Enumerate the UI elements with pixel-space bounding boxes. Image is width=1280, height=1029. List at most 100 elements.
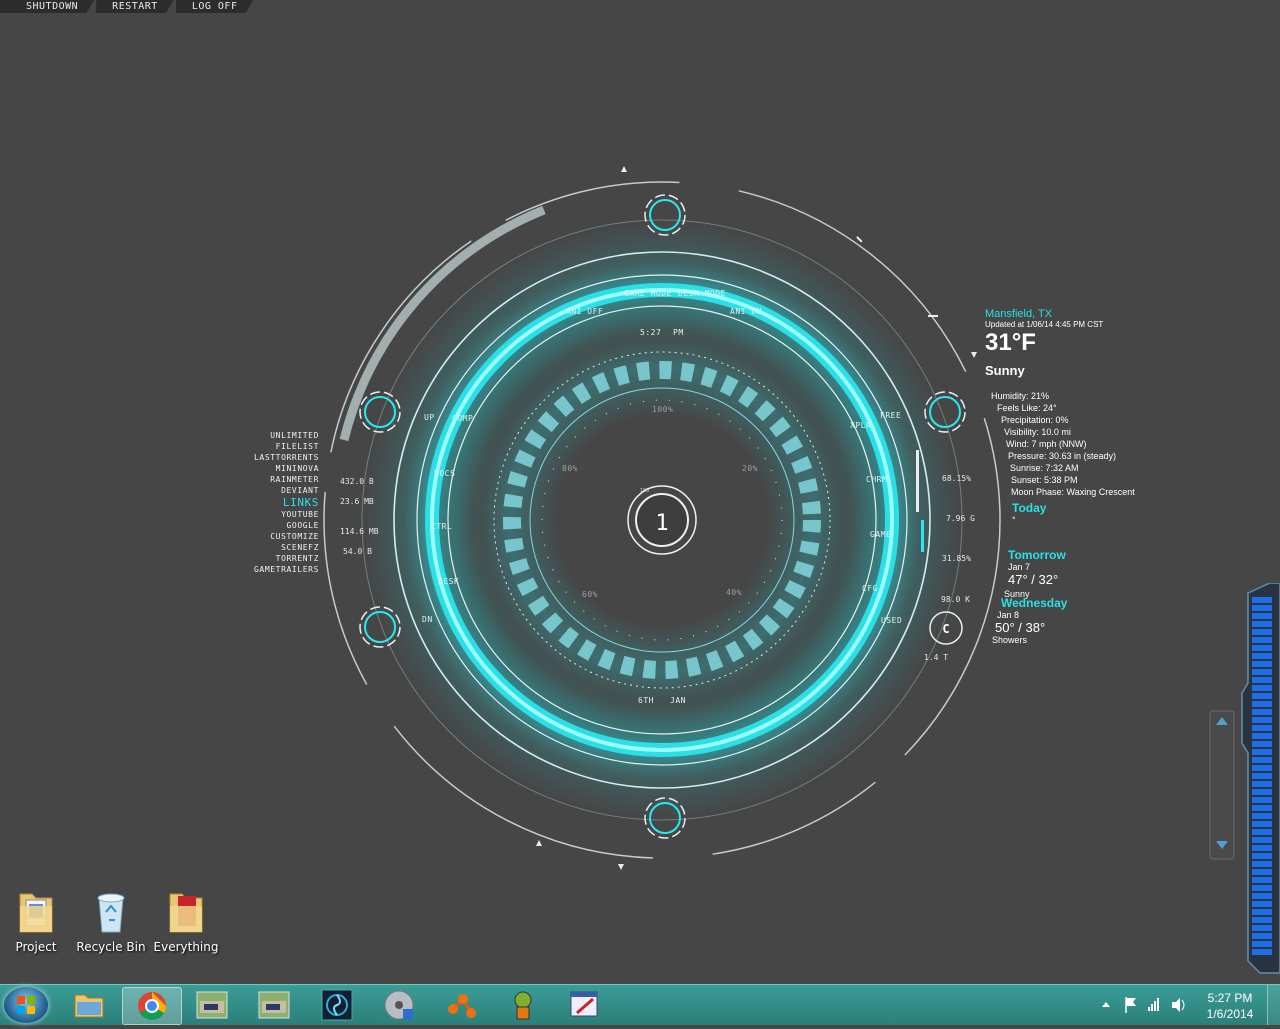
volume-icon[interactable] <box>1172 998 1185 1012</box>
link-google[interactable]: GOOGLE <box>230 520 319 531</box>
ring-item-xplr[interactable]: XPLR <box>850 421 871 430</box>
weather-details: Humidity: 21% Feels Like: 24° Precipitat… <box>991 390 1135 498</box>
links-panel: UNLIMITED FILELIST LASTTORRENTS MININOVA… <box>230 430 319 575</box>
disk-icon <box>384 990 414 1020</box>
percent-top: 100% <box>652 405 673 414</box>
share-network-icon <box>448 994 476 1018</box>
weather-feels-like: Feels Like: 24° <box>997 403 1057 413</box>
taskbar-fan-app[interactable] <box>308 987 366 1023</box>
link-lasttorrents[interactable]: LASTTORRENTS <box>230 452 319 463</box>
action-center-flag-icon[interactable] <box>1125 997 1136 1013</box>
link-filelist[interactable]: FILELIST <box>230 441 319 452</box>
link-deviant[interactable]: DEVIANT <box>230 485 319 496</box>
link-customize[interactable]: CUSTOMIZE <box>230 531 319 542</box>
weather-city: Mansfield, TX <box>985 308 1053 320</box>
hud-center-small: 100 <box>640 488 649 494</box>
percent-left: 80% <box>562 464 578 473</box>
weather-moon: Moon Phase: Waxing Crescent <box>1011 487 1135 497</box>
ring-item-desk[interactable]: DESK <box>438 577 459 586</box>
volume-slider-widget[interactable] <box>1208 583 1280 978</box>
net-stat-3: 114.6 MB <box>340 527 379 536</box>
taskbar-share-app[interactable] <box>432 987 490 1023</box>
up-label: UP <box>424 413 435 422</box>
link-rainmeter[interactable]: RAINMETER <box>230 474 319 485</box>
ring-item-comp[interactable]: COMP <box>452 414 473 423</box>
link-unlimited[interactable]: UNLIMITED <box>230 430 319 441</box>
drive-letter: C <box>942 622 949 636</box>
fan-icon <box>321 989 353 1021</box>
hud-date-day: 6TH <box>638 696 654 705</box>
ring-item-game-mode[interactable]: GAME MODE <box>624 289 672 298</box>
desktop-icon-project[interactable]: Project <box>0 886 72 954</box>
taskbar-disk-tool[interactable] <box>370 987 428 1023</box>
taskbar-game-2[interactable] <box>245 987 303 1023</box>
desktop-icon-label: Everything <box>153 940 219 954</box>
ring-item-cfg[interactable]: CFG <box>862 584 878 593</box>
wednesday-date: Jan 8 <box>997 610 1020 620</box>
today-label: Today <box>1012 501 1047 515</box>
ring-item-game[interactable]: GAME <box>870 530 891 539</box>
taskbar-game-1[interactable] <box>183 987 241 1023</box>
taskbar-paint-app[interactable] <box>556 987 614 1023</box>
link-gametrailers[interactable]: GAMETRAILERS <box>230 564 319 575</box>
game-icon <box>196 991 228 1019</box>
net-stat-4: 54.0 B <box>343 547 372 556</box>
disk-used-percent: 31.85% <box>942 554 971 563</box>
link-mininova[interactable]: MININOVA <box>230 463 319 474</box>
weather-pressure: Pressure: 30.63 in (steady) <box>1008 451 1117 461</box>
system-tray <box>1100 985 1190 1025</box>
links-header: LINKS <box>282 496 319 509</box>
network-signal-icon[interactable] <box>1148 998 1159 1011</box>
weather-condition: Sunny <box>985 363 1025 378</box>
clock-time: 5:27 PM <box>1207 991 1253 1005</box>
taskbar-kerbal[interactable] <box>494 987 552 1023</box>
disk-total: 1.4 T <box>924 653 949 662</box>
disk-free-percent: 68.15% <box>942 474 971 483</box>
net-stat-2: 23.6 MB <box>340 497 374 506</box>
kerbal-icon <box>514 991 532 1020</box>
link-torrentz[interactable]: TORRENTZ <box>230 553 319 564</box>
folder-icon <box>74 994 104 1018</box>
show-hidden-icons-icon[interactable] <box>1102 1002 1110 1007</box>
start-button[interactable] <box>4 987 48 1023</box>
link-scenefz[interactable]: SCENEFZ <box>230 542 319 553</box>
wednesday-temp: 50° / 38° <box>995 620 1046 635</box>
hud-time: 5:27 <box>640 328 661 337</box>
weather-wind: Wind: 7 mph (NNW) <box>1006 439 1087 449</box>
percent-bottom-left: 60% <box>582 590 598 599</box>
wednesday-label: Wednesday <box>1001 596 1068 610</box>
taskbar-explorer[interactable] <box>60 987 118 1023</box>
weather-updated: Updated at 1/06/14 4:45 PM CST <box>985 320 1104 329</box>
free-label: FREE <box>880 411 901 420</box>
ring-item-ctrl[interactable]: CTRL <box>431 522 452 531</box>
disk-free-size: 7.96 G <box>946 514 975 523</box>
weather-wednesday: Wednesday Jan 8 50° / 38° Showers <box>992 596 1068 645</box>
desktop-icon-recycle-bin[interactable]: Recycle Bin <box>75 886 147 954</box>
windows-logo-icon <box>17 996 35 1014</box>
ring-item-chrm[interactable]: CHRM <box>866 475 887 484</box>
link-youtube[interactable]: YOUTUBE <box>230 509 319 520</box>
disk-used-size: 98.0 K <box>941 595 970 604</box>
folder-icon <box>16 886 56 936</box>
today-value: ° <box>1012 515 1016 525</box>
tomorrow-temp: 47° / 32° <box>1008 572 1059 587</box>
weather-today: Today ° <box>1012 501 1046 525</box>
weather-sunrise: Sunrise: 7:32 AM <box>1010 463 1079 473</box>
hud-date-month: JAN <box>670 696 686 705</box>
weather-sunset: Sunset: 5:38 PM <box>1011 475 1078 485</box>
show-desktop-button[interactable] <box>1267 985 1280 1025</box>
taskbar-clock[interactable]: 5:27 PM 1/6/2014 <box>1195 990 1265 1022</box>
desktop-icon-everything[interactable]: Everything <box>150 886 222 954</box>
ring-item-ani-on[interactable]: ANI ON <box>730 307 762 316</box>
hud-ampm: PM <box>673 328 684 337</box>
hud-center-digit: 1 <box>655 511 668 536</box>
ring-item-docs[interactable]: DOCS <box>434 469 455 478</box>
paint-icon <box>570 991 598 1017</box>
ring-item-desk-mode[interactable]: DESK MODE <box>678 289 726 298</box>
ring-item-ani-off[interactable]: ANI OFF <box>566 307 603 316</box>
clock-date: 1/6/2014 <box>1206 1007 1254 1021</box>
desktop-icon-label: Project <box>15 940 57 954</box>
weather-visibility: Visibility: 10.0 mi <box>1004 427 1071 437</box>
weather-panel: Mansfield, TX Updated at 1/06/14 4:45 PM… <box>985 308 1103 378</box>
taskbar-chrome[interactable] <box>122 987 182 1025</box>
